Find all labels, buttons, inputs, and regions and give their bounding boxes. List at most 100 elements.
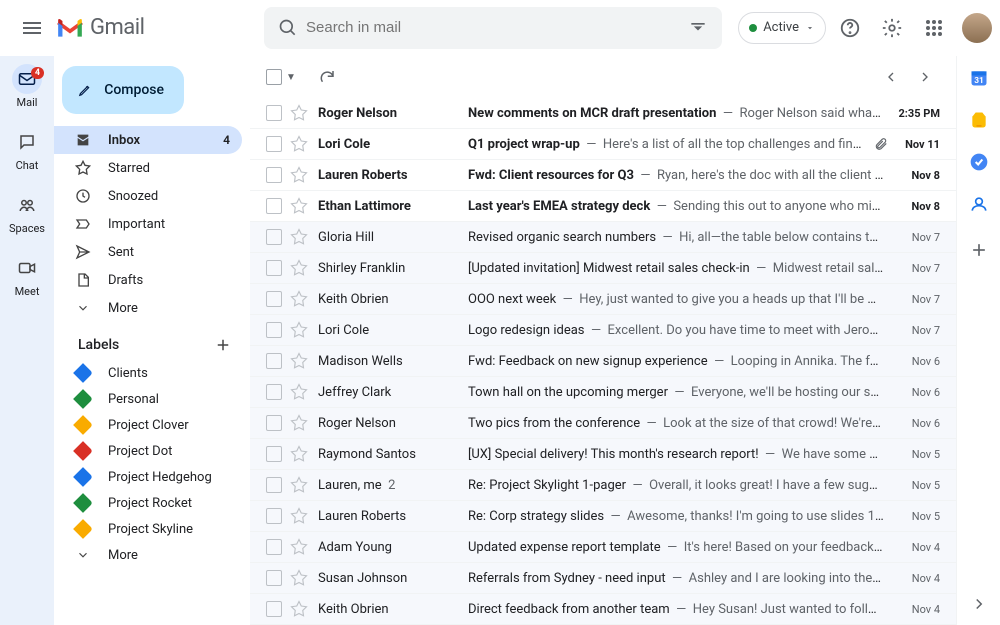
message-row[interactable]: Lauren RobertsRe: Corp strategy slides —… — [250, 501, 956, 532]
row-checkbox[interactable] — [266, 136, 282, 152]
star-icon[interactable] — [290, 414, 308, 432]
keep-addon[interactable] — [969, 110, 989, 130]
minibar-chat[interactable]: Chat — [0, 127, 54, 172]
row-checkbox[interactable] — [266, 539, 282, 555]
star-icon[interactable] — [290, 507, 308, 525]
minibar-meet[interactable]: Meet — [0, 253, 54, 298]
minibar-spaces[interactable]: Spaces — [0, 190, 54, 235]
star-icon[interactable] — [290, 290, 308, 308]
status-chip[interactable]: Active — [738, 12, 826, 44]
star-icon[interactable] — [290, 383, 308, 401]
minibar-mail[interactable]: 4 Mail — [0, 64, 54, 109]
search-input[interactable] — [306, 19, 680, 36]
row-checkbox[interactable] — [266, 415, 282, 431]
label-project-clover[interactable]: Project Clover — [54, 412, 242, 438]
star-icon[interactable] — [290, 321, 308, 339]
help-icon — [839, 17, 861, 39]
label-personal[interactable]: Personal — [54, 386, 242, 412]
star-icon[interactable] — [290, 259, 308, 277]
message-row[interactable]: Adam YoungUpdated expense report templat… — [250, 532, 956, 563]
search-icon[interactable] — [270, 10, 306, 46]
get-addons[interactable] — [969, 240, 989, 260]
drafts-icon — [74, 271, 92, 289]
nav-important[interactable]: Important — [54, 210, 242, 238]
label-project-skyline[interactable]: Project Skyline — [54, 516, 242, 542]
calendar-addon[interactable]: 31 — [969, 68, 989, 88]
message-row[interactable]: Raymond Santos[UX] Special delivery! Thi… — [250, 439, 956, 470]
row-checkbox[interactable] — [266, 198, 282, 214]
star-icon[interactable] — [290, 135, 308, 153]
add-label-button[interactable] — [214, 336, 232, 354]
row-checkbox[interactable] — [266, 105, 282, 121]
nav-drafts[interactable]: Drafts — [54, 266, 242, 294]
labels-more-label: More — [108, 548, 138, 563]
compose-button[interactable]: Compose — [62, 66, 184, 114]
message-row[interactable]: Keith ObrienDirect feedback from another… — [250, 594, 956, 625]
row-checkbox[interactable] — [266, 570, 282, 586]
row-checkbox[interactable] — [266, 508, 282, 524]
settings-button[interactable] — [874, 10, 910, 46]
row-checkbox[interactable] — [266, 322, 282, 338]
label-clients[interactable]: Clients — [54, 360, 242, 386]
row-checkbox[interactable] — [266, 384, 282, 400]
star-icon[interactable] — [290, 166, 308, 184]
label-text: Clients — [108, 366, 148, 381]
row-checkbox[interactable] — [266, 353, 282, 369]
star-icon[interactable] — [290, 600, 308, 618]
newer-button[interactable] — [876, 62, 906, 92]
message-row[interactable]: Jeffrey ClarkTown hall on the upcoming m… — [250, 377, 956, 408]
label-project-dot[interactable]: Project Dot — [54, 438, 242, 464]
main-menu-button[interactable] — [12, 8, 52, 48]
account-avatar[interactable] — [962, 13, 992, 43]
star-icon[interactable] — [290, 352, 308, 370]
star-icon[interactable] — [290, 476, 308, 494]
subject-line: Re: Project Skylight 1-pager — Overall, … — [468, 478, 894, 493]
nav-sent[interactable]: Sent — [54, 238, 242, 266]
message-row[interactable]: Gloria HillRevised organic search number… — [250, 222, 956, 253]
star-icon[interactable] — [290, 228, 308, 246]
hide-side-panel[interactable] — [970, 595, 988, 613]
message-row[interactable]: Ethan LattimoreLast year's EMEA strategy… — [250, 191, 956, 222]
apps-button[interactable] — [916, 10, 952, 46]
star-icon[interactable] — [290, 197, 308, 215]
row-checkbox[interactable] — [266, 291, 282, 307]
older-button[interactable] — [910, 62, 940, 92]
refresh-button[interactable] — [312, 62, 342, 92]
search-options-icon[interactable] — [680, 10, 716, 46]
nav-starred[interactable]: Starred — [54, 154, 242, 182]
message-row[interactable]: Roger NelsonNew comments on MCR draft pr… — [250, 98, 956, 129]
message-row[interactable]: Lori ColeLogo redesign ideas — Excellent… — [250, 315, 956, 346]
star-icon[interactable] — [290, 104, 308, 122]
nav-snoozed[interactable]: Snoozed — [54, 182, 242, 210]
nav-inbox[interactable]: Inbox4 — [54, 126, 242, 154]
message-row[interactable]: Lori ColeQ1 project wrap-up — Here's a l… — [250, 129, 956, 160]
message-row[interactable]: Keith ObrienOOO next week — Hey, just wa… — [250, 284, 956, 315]
message-row[interactable]: Shirley Franklin[Updated invitation] Mid… — [250, 253, 956, 284]
label-project-hedgehog[interactable]: Project Hedgehog — [54, 464, 242, 490]
tasks-addon[interactable] — [969, 152, 989, 172]
select-dropdown[interactable]: ▼ — [286, 72, 296, 83]
message-row[interactable]: Madison WellsFwd: Feedback on new signup… — [250, 346, 956, 377]
message-row[interactable]: Lauren RobertsFwd: Client resources for … — [250, 160, 956, 191]
star-icon[interactable] — [290, 445, 308, 463]
support-button[interactable] — [832, 10, 868, 46]
row-checkbox[interactable] — [266, 446, 282, 462]
row-checkbox[interactable] — [266, 477, 282, 493]
star-icon[interactable] — [290, 538, 308, 556]
message-row[interactable]: Lauren, me 2Re: Project Skylight 1-pager… — [250, 470, 956, 501]
row-checkbox[interactable] — [266, 229, 282, 245]
nav-more[interactable]: More — [54, 294, 242, 322]
search-bar[interactable] — [264, 7, 722, 49]
contacts-addon[interactable] — [969, 194, 989, 214]
row-checkbox[interactable] — [266, 167, 282, 183]
message-row[interactable]: Susan JohnsonReferrals from Sydney - nee… — [250, 563, 956, 594]
label-color-icon — [73, 363, 93, 383]
select-all-checkbox[interactable] — [266, 69, 282, 85]
star-icon[interactable] — [290, 569, 308, 587]
message-row[interactable]: Roger NelsonTwo pics from the conference… — [250, 408, 956, 439]
label-project-rocket[interactable]: Project Rocket — [54, 490, 242, 516]
gmail-logo[interactable]: Gmail — [52, 15, 264, 40]
labels-more[interactable]: More — [54, 542, 242, 568]
row-checkbox[interactable] — [266, 601, 282, 617]
row-checkbox[interactable] — [266, 260, 282, 276]
